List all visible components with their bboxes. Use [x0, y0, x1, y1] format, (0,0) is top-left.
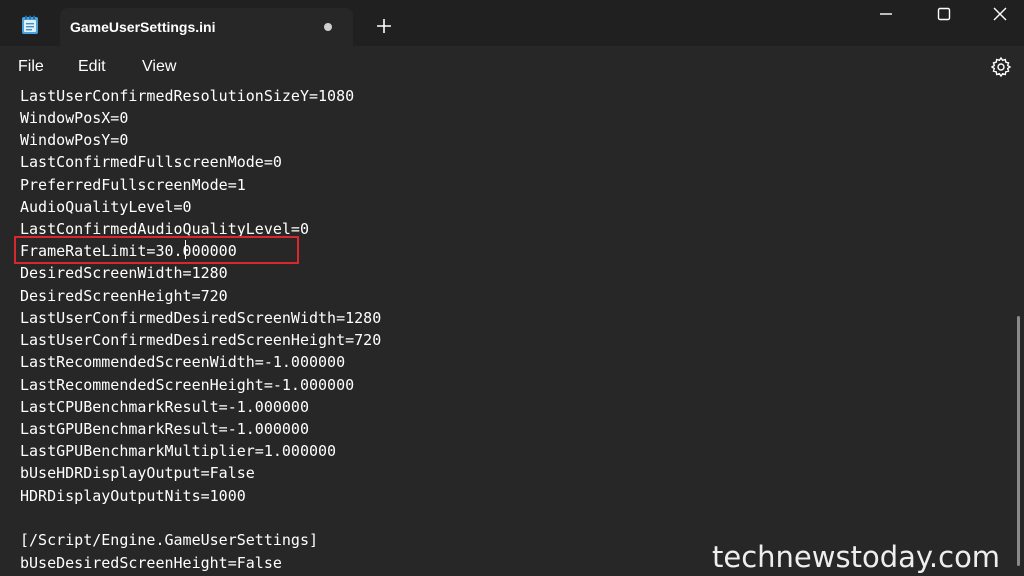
- text-line: PreferredFullscreenMode=1: [20, 176, 246, 194]
- text-line: LastGPUBenchmarkMultiplier=1.000000: [20, 442, 337, 460]
- notepad-icon: [21, 15, 39, 35]
- text-line: DesiredScreenHeight=720: [20, 287, 228, 305]
- text-line: LastRecommendedScreenWidth=-1.000000: [20, 353, 346, 371]
- text-line: DesiredScreenWidth=1280: [20, 264, 228, 282]
- text-line: AudioQualityLevel=0: [20, 198, 192, 216]
- text-line: LastUserConfirmedDesiredScreenWidth=1280: [20, 309, 382, 327]
- watermark: technewstoday.com: [712, 540, 1001, 574]
- highlight-annotation-box: [14, 236, 299, 264]
- menu-edit[interactable]: Edit: [78, 58, 106, 76]
- title-bar: GameUserSettings.ini: [0, 0, 1024, 46]
- minimize-button[interactable]: [858, 0, 914, 28]
- text-line: LastConfirmedFullscreenMode=0: [20, 153, 282, 171]
- close-icon: [993, 7, 1007, 21]
- minimize-icon: [880, 13, 892, 15]
- vertical-scrollbar[interactable]: [1017, 316, 1020, 566]
- text-line: HDRDisplayOutputNits=1000: [20, 487, 246, 505]
- text-line: LastUserConfirmedDesiredScreenHeight=720: [20, 331, 382, 349]
- text-line: LastGPUBenchmarkResult=-1.000000: [20, 420, 309, 438]
- maximize-button[interactable]: [916, 0, 972, 28]
- text-line: LastCPUBenchmarkResult=-1.000000: [20, 398, 309, 416]
- tab-title: GameUserSettings.ini: [70, 19, 216, 35]
- text-line: LastRecommendedScreenHeight=-1.000000: [20, 376, 355, 394]
- tab-gameusersettings[interactable]: GameUserSettings.ini: [60, 8, 353, 46]
- text-editor[interactable]: LastUserConfirmedResolutionSizeY=1080 Wi…: [0, 86, 1016, 576]
- text-cursor: [185, 240, 186, 259]
- menu-bar: File Edit View: [0, 46, 1024, 86]
- text-line: [/Script/Engine.GameUserSettings]: [20, 531, 319, 549]
- unsaved-dot-icon[interactable]: [324, 23, 332, 31]
- menu-view[interactable]: View: [142, 58, 176, 76]
- text-line: bUseHDRDisplayOutput=False: [20, 464, 255, 482]
- close-button[interactable]: [972, 0, 1024, 28]
- maximize-icon: [937, 7, 951, 21]
- plus-icon[interactable]: [372, 14, 396, 38]
- text-line: WindowPosY=0: [20, 131, 129, 149]
- notepad-window: GameUserSettings.ini File Edit View Last…: [0, 0, 1024, 576]
- menu-file[interactable]: File: [18, 58, 44, 76]
- gear-icon[interactable]: [990, 56, 1012, 78]
- text-line: WindowPosX=0: [20, 109, 129, 127]
- text-line: LastUserConfirmedResolutionSizeY=1080: [20, 87, 355, 105]
- text-line: bUseDesiredScreenHeight=False: [20, 554, 282, 572]
